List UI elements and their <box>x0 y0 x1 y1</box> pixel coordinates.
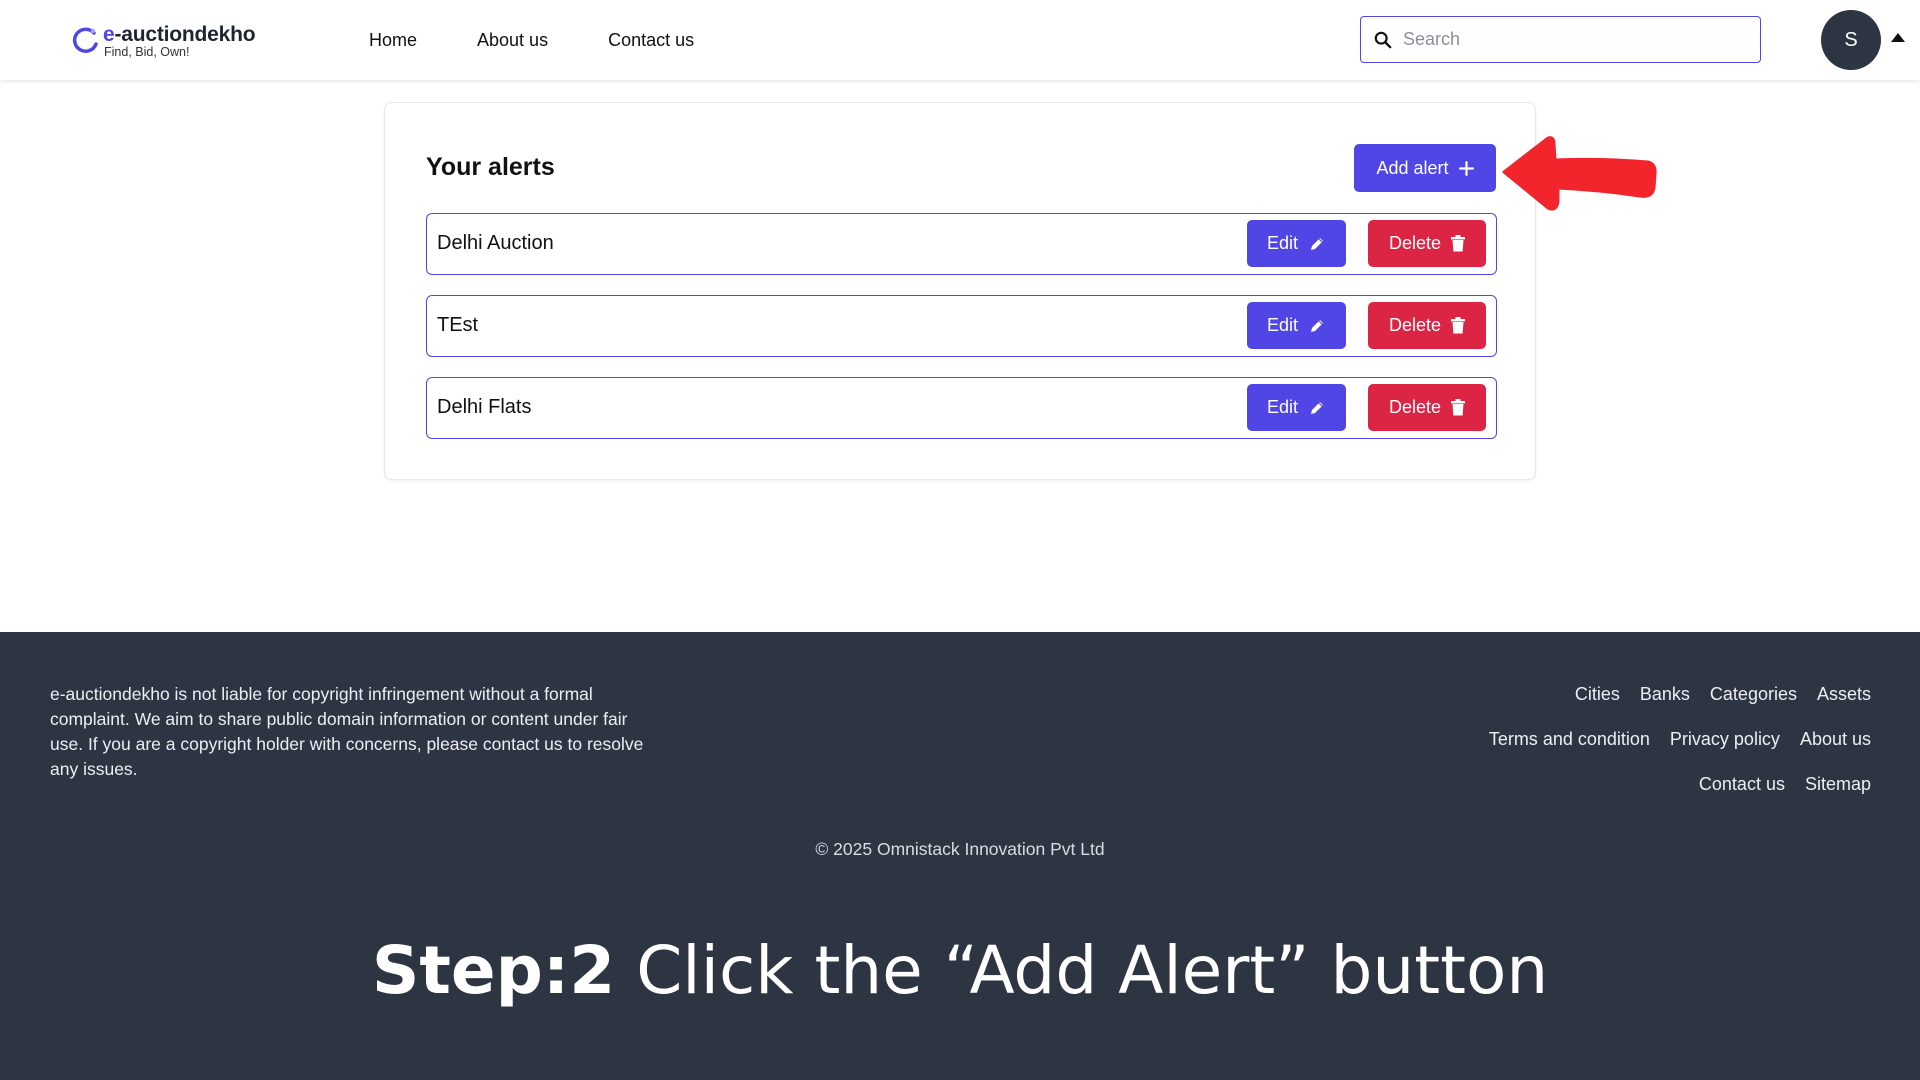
pencil-icon <box>1311 319 1324 332</box>
trash-icon <box>1451 399 1466 416</box>
footer-copyright: © 2025 Omnistack Innovation Pvt Ltd <box>815 839 1105 859</box>
footer-link-categories[interactable]: Categories <box>1710 684 1797 705</box>
footer-link-cities[interactable]: Cities <box>1575 684 1620 705</box>
caret-up-icon[interactable] <box>1891 33 1905 42</box>
edit-label: Edit <box>1266 315 1299 335</box>
main-nav: Home About us Contact us <box>369 28 754 52</box>
edit-label: Edit <box>1266 397 1299 417</box>
delete-label: Delete <box>1388 397 1442 417</box>
search-icon <box>1374 31 1392 48</box>
delete-alert-button[interactable]: Delete <box>1368 384 1486 431</box>
footer-links-row-2: Terms and condition Privacy policy About… <box>1489 729 1871 750</box>
avatar[interactable]: S <box>1821 10 1881 70</box>
alert-name: Delhi Auction <box>437 232 554 254</box>
edit-alert-button[interactable]: Edit <box>1247 302 1346 349</box>
pencil-icon <box>1311 237 1324 250</box>
footer-links-row-1: Cities Banks Categories Assets <box>1575 684 1871 705</box>
edit-label: Edit <box>1266 233 1299 253</box>
search-input[interactable] <box>1403 29 1733 50</box>
add-alert-label: Add alert <box>1376 157 1449 178</box>
alert-row: TEst Edit Delete <box>426 295 1497 357</box>
top-header: e-auctiondekho Find, Bid, Own! Home Abou… <box>0 0 1920 80</box>
footer-links-row-3: Contact us Sitemap <box>1699 774 1871 795</box>
brand-logo[interactable]: e-auctiondekho Find, Bid, Own! <box>72 23 256 59</box>
logo-mark-icon <box>72 27 98 53</box>
add-alert-button[interactable]: Add alert <box>1354 144 1496 192</box>
footer-link-contact-us[interactable]: Contact us <box>1699 774 1785 795</box>
footer-link-sitemap[interactable]: Sitemap <box>1805 774 1871 795</box>
delete-label: Delete <box>1388 233 1442 253</box>
delete-label: Delete <box>1388 315 1442 335</box>
trash-icon <box>1451 317 1466 334</box>
edit-alert-button[interactable]: Edit <box>1247 220 1346 267</box>
nav-about-us[interactable]: About us <box>477 28 548 52</box>
nav-contact-us[interactable]: Contact us <box>608 28 694 52</box>
plus-icon <box>1458 160 1474 176</box>
tutorial-caption: Step:2 Click the “Add Alert” button <box>0 932 1920 1009</box>
caption-text: Click the “Add Alert” button <box>636 932 1549 1009</box>
delete-alert-button[interactable]: Delete <box>1368 302 1486 349</box>
footer-link-about-us[interactable]: About us <box>1800 729 1871 750</box>
footer-link-privacy[interactable]: Privacy policy <box>1670 729 1780 750</box>
footer-link-banks[interactable]: Banks <box>1640 684 1690 705</box>
alert-name: TEst <box>437 314 479 336</box>
edit-alert-button[interactable]: Edit <box>1247 384 1346 431</box>
alert-name: Delhi Flats <box>437 396 532 418</box>
footer-link-assets[interactable]: Assets <box>1817 684 1871 705</box>
alert-row: Delhi Flats Edit Delete <box>426 377 1497 439</box>
logo-tagline: Find, Bid, Own! <box>104 45 190 59</box>
logo-name: e-auctiondekho <box>103 23 256 46</box>
site-footer: e-auctiondekho is not liable for copyrig… <box>0 632 1920 1080</box>
pencil-icon <box>1311 401 1324 414</box>
alert-row: Delhi Auction Edit Delete <box>426 213 1497 275</box>
trash-icon <box>1451 235 1466 252</box>
footer-disclaimer: e-auctiondekho is not liable for copyrig… <box>50 684 644 779</box>
page-title: Your alerts <box>426 153 555 181</box>
footer-link-terms[interactable]: Terms and condition <box>1489 729 1650 750</box>
search-box[interactable] <box>1360 16 1761 63</box>
caption-step: Step:2 <box>371 932 616 1009</box>
alerts-card: Your alerts Add alert Delhi Auction Edit… <box>384 102 1536 480</box>
nav-home[interactable]: Home <box>369 28 417 52</box>
annotation-arrow-icon <box>1502 136 1657 211</box>
delete-alert-button[interactable]: Delete <box>1368 220 1486 267</box>
